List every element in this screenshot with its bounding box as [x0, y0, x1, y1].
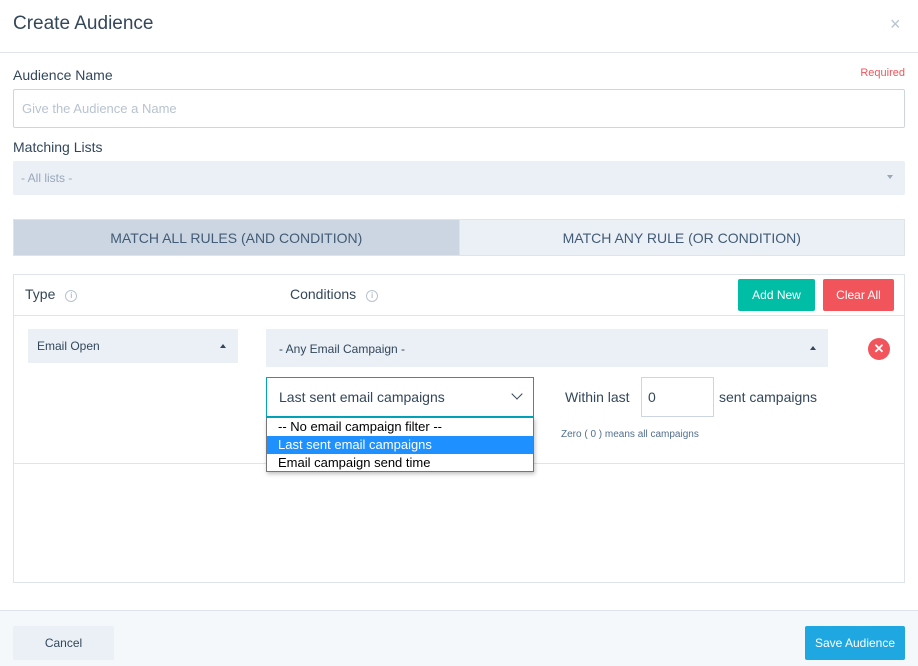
- within-last-input[interactable]: [641, 377, 714, 417]
- rule-type-select[interactable]: Email Open: [28, 329, 238, 363]
- option-send-time[interactable]: Email campaign send time: [267, 454, 533, 472]
- option-last-sent[interactable]: Last sent email campaigns: [267, 436, 533, 454]
- rules-header: Type i Conditions i Add New Clear All: [14, 275, 904, 316]
- rule-condition-select[interactable]: - Any Email Campaign -: [266, 329, 828, 367]
- matching-lists-select[interactable]: - All lists -: [13, 161, 905, 195]
- remove-rule-icon[interactable]: ✕: [868, 338, 890, 360]
- rule-condition-value: - Any Email Campaign -: [279, 342, 406, 356]
- dialog-footer: Cancel Save Audience: [0, 610, 918, 666]
- chevron-up-icon: [220, 344, 226, 348]
- tab-match-all[interactable]: MATCH ALL RULES (AND CONDITION): [14, 220, 459, 255]
- add-new-button[interactable]: Add New: [738, 279, 815, 311]
- info-icon[interactable]: i: [366, 290, 379, 302]
- audience-name-input[interactable]: [13, 89, 905, 128]
- close-icon[interactable]: ×: [890, 15, 901, 33]
- conditions-column-header: Conditions i: [290, 286, 379, 302]
- save-audience-button[interactable]: Save Audience: [805, 626, 905, 660]
- chevron-up-icon: [810, 346, 816, 350]
- match-mode-tabs: MATCH ALL RULES (AND CONDITION) MATCH AN…: [13, 219, 905, 256]
- conditions-header-label: Conditions: [290, 286, 357, 302]
- campaign-filter-value: Last sent email campaigns: [279, 389, 445, 405]
- clear-all-button[interactable]: Clear All: [823, 279, 894, 311]
- type-column-header: Type i: [25, 286, 78, 302]
- matching-lists-label: Matching Lists: [13, 139, 103, 155]
- required-indicator: Required: [860, 67, 905, 79]
- within-last-hint: Zero ( 0 ) means all campaigns: [561, 429, 699, 440]
- chevron-down-icon: [887, 175, 893, 179]
- within-last-label: Within last: [565, 389, 630, 405]
- campaign-filter-options: -- No email campaign filter -- Last sent…: [266, 417, 534, 472]
- rule-type-value: Email Open: [37, 339, 100, 353]
- campaign-filter-select[interactable]: Last sent email campaigns: [266, 377, 534, 417]
- info-icon[interactable]: i: [65, 290, 78, 302]
- cancel-button[interactable]: Cancel: [13, 626, 114, 660]
- option-no-filter[interactable]: -- No email campaign filter --: [267, 418, 533, 436]
- sent-campaigns-label: sent campaigns: [719, 389, 818, 405]
- type-header-label: Type: [25, 286, 56, 302]
- tab-match-any[interactable]: MATCH ANY RULE (OR CONDITION): [458, 220, 904, 255]
- audience-name-label: Audience Name: [13, 67, 113, 83]
- dialog-header: Create Audience ×: [0, 0, 918, 53]
- dialog-title: Create Audience: [13, 13, 154, 34]
- matching-lists-value: - All lists -: [21, 171, 73, 185]
- chevron-down-icon: [511, 388, 523, 400]
